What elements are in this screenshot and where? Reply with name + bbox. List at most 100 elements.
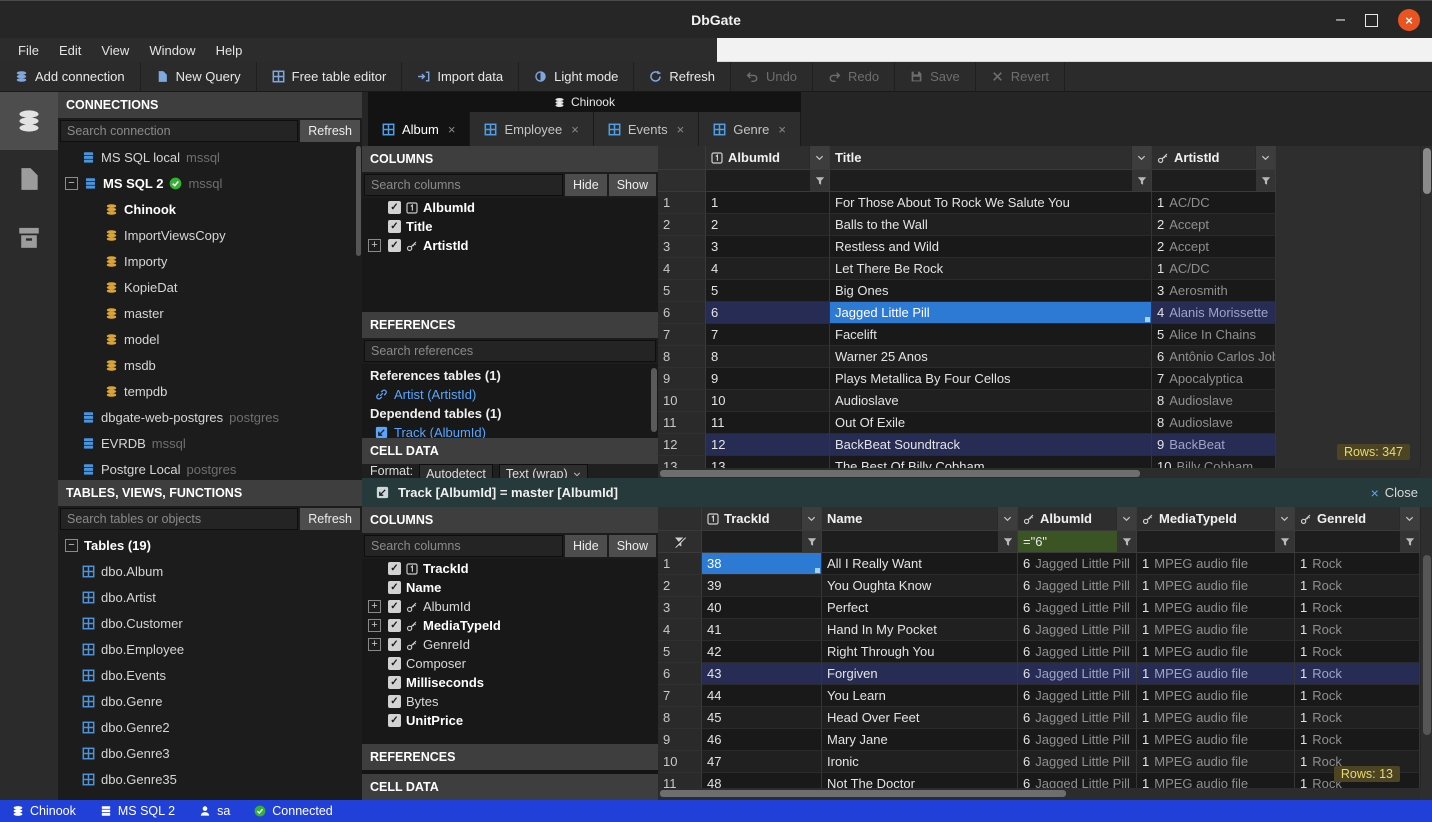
row-number[interactable]: 2 — [658, 214, 706, 236]
cell-mediatypeid[interactable]: 1MPEG audio file — [1137, 751, 1295, 773]
filter-input-artistid[interactable] — [1152, 170, 1276, 191]
cell-trackid[interactable]: 43 — [702, 663, 822, 685]
cell-artistid[interactable]: 1AC/DC — [1152, 258, 1276, 280]
cell-title[interactable]: Out Of Exile — [830, 412, 1152, 434]
connection-item-tempdb[interactable]: tempdb — [58, 378, 362, 404]
cell-name[interactable]: Head Over Feet — [822, 707, 1018, 729]
row-number[interactable]: 5 — [658, 641, 702, 663]
column-header-albumid[interactable]: AlbumId — [1018, 507, 1137, 530]
format-text-wrap-dropdown[interactable]: Text (wrap) — [499, 464, 588, 478]
search-tables-input[interactable] — [60, 508, 298, 530]
cell-title[interactable]: Balls to the Wall — [830, 214, 1152, 236]
cell-name[interactable]: You Learn — [822, 685, 1018, 707]
column-item-trackid[interactable]: TrackId — [362, 559, 658, 578]
row-number[interactable]: 4 — [658, 258, 706, 280]
row-number[interactable]: 13 — [658, 456, 706, 468]
cell-genreid[interactable]: 1Rock — [1295, 729, 1420, 751]
connection-item-ms-sql-local[interactable]: MS SQL localmssql — [58, 144, 362, 170]
vertical-scroll-thumb[interactable] — [1423, 555, 1431, 735]
close-tab-icon[interactable]: × — [571, 122, 579, 137]
connection-item-importy[interactable]: Importy — [58, 248, 362, 274]
expand-icon[interactable]: + — [368, 600, 381, 613]
filter-funnel-icon[interactable] — [1117, 531, 1136, 552]
filter-input-genreid[interactable] — [1295, 531, 1420, 552]
expand-icon[interactable]: + — [368, 638, 381, 651]
cell-artistid[interactable]: 1AC/DC — [1152, 192, 1276, 214]
menu-window[interactable]: Window — [139, 43, 205, 58]
cell-title[interactable]: Restless and Wild — [830, 236, 1152, 258]
cell-name[interactable]: Mary Jane — [822, 729, 1018, 751]
cell-artistid[interactable]: 4Alanis Morissette — [1152, 302, 1276, 324]
search-connection-input[interactable] — [60, 120, 298, 142]
cell-title[interactable]: Warner 25 Anos — [830, 346, 1152, 368]
column-header-albumid[interactable]: AlbumId — [706, 146, 830, 169]
collapse-icon[interactable]: − — [65, 539, 78, 552]
cell-albumid[interactable]: 3 — [706, 236, 830, 258]
row-number[interactable]: 10 — [658, 751, 702, 773]
menu-file[interactable]: File — [8, 43, 49, 58]
cell-artistid[interactable]: 5Alice In Chains — [1152, 324, 1276, 346]
filter-funnel-icon[interactable] — [802, 531, 821, 552]
cell-title[interactable]: Jagged Little Pill — [830, 302, 1152, 324]
cell-trackid[interactable]: 38 — [702, 553, 822, 575]
table-item-dbo-genre2[interactable]: dbo.Genre2 — [58, 714, 362, 740]
row-number[interactable]: 6 — [658, 663, 702, 685]
column-item-albumid[interactable]: AlbumId — [362, 198, 658, 217]
column-header-mediatypeid[interactable]: MediaTypeId — [1137, 507, 1295, 530]
tables-group[interactable]: −Tables (19) — [58, 532, 362, 558]
row-number[interactable]: 7 — [658, 685, 702, 707]
checkbox-checked-icon[interactable] — [388, 220, 401, 233]
table-item-dbo-employee[interactable]: dbo.Employee — [58, 636, 362, 662]
cell-genreid[interactable]: 1Rock — [1295, 707, 1420, 729]
search-columns-input[interactable] — [364, 535, 563, 557]
checkbox-checked-icon[interactable] — [388, 638, 401, 651]
table-item-dbo-genre3[interactable]: dbo.Genre3 — [58, 740, 362, 766]
cell-albumid[interactable]: 6 — [706, 302, 830, 324]
filter-input-title[interactable] — [830, 170, 1152, 191]
cell-genreid[interactable]: 1Rock — [1295, 553, 1420, 575]
cell-albumid[interactable]: 11 — [706, 412, 830, 434]
cell-artistid[interactable]: 6Antônio Carlos Jobim — [1152, 346, 1276, 368]
filter-input-mediatypeid[interactable] — [1137, 531, 1295, 552]
connection-item-model[interactable]: model — [58, 326, 362, 352]
row-number[interactable]: 7 — [658, 324, 706, 346]
cell-mediatypeid[interactable]: 1MPEG audio file — [1137, 707, 1295, 729]
cell-mediatypeid[interactable]: 1MPEG audio file — [1137, 575, 1295, 597]
cell-trackid[interactable]: 42 — [702, 641, 822, 663]
cell-title[interactable]: Big Ones — [830, 280, 1152, 302]
filter-input-albumid[interactable] — [706, 170, 830, 191]
cell-genreid[interactable]: 1Rock — [1295, 597, 1420, 619]
column-header-trackid[interactable]: TrackId — [702, 507, 822, 530]
format-autodetect-dropdown[interactable]: Autodetect — [419, 464, 493, 478]
cell-trackid[interactable]: 47 — [702, 751, 822, 773]
cell-albumid[interactable]: 9 — [706, 368, 830, 390]
table-item-dbo-artist[interactable]: dbo.Artist — [58, 584, 362, 610]
refresh-tables-button[interactable]: Refresh — [300, 508, 360, 530]
close-tab-icon[interactable]: × — [677, 122, 685, 137]
cell-albumid[interactable]: 6Jagged Little Pill — [1018, 751, 1137, 773]
column-header-title[interactable]: Title — [830, 146, 1152, 169]
filter-funnel-icon[interactable] — [810, 170, 829, 191]
cell-trackid[interactable]: 39 — [702, 575, 822, 597]
cell-trackid[interactable]: 45 — [702, 707, 822, 729]
cell-mediatypeid[interactable]: 1MPEG audio file — [1137, 553, 1295, 575]
cell-artistid[interactable]: 3Aerosmith — [1152, 280, 1276, 302]
cell-title[interactable]: BackBeat Soundtrack — [830, 434, 1152, 456]
table-item-dbo-events[interactable]: dbo.Events — [58, 662, 362, 688]
cell-genreid[interactable]: 1Rock — [1295, 641, 1420, 663]
cell-albumid[interactable]: 6Jagged Little Pill — [1018, 685, 1137, 707]
column-item-milliseconds[interactable]: Milliseconds — [362, 673, 658, 692]
row-number[interactable]: 5 — [658, 280, 706, 302]
filter-funnel-icon[interactable] — [1256, 170, 1275, 191]
column-header-artistid[interactable]: ArtistId — [1152, 146, 1276, 169]
column-header-genreid[interactable]: GenreId — [1295, 507, 1420, 530]
close-button-icon[interactable]: × — [1398, 9, 1420, 31]
sidebar-archive-button[interactable] — [0, 208, 58, 266]
vertical-scroll-thumb[interactable] — [1423, 148, 1431, 194]
cell-title[interactable]: The Best Of Billy Cobham — [830, 456, 1152, 468]
checkbox-checked-icon[interactable] — [388, 695, 401, 708]
table-item-dbo-genre[interactable]: dbo.Genre — [58, 688, 362, 714]
connection-item-msdb[interactable]: msdb — [58, 352, 362, 378]
row-number[interactable]: 2 — [658, 575, 702, 597]
cell-albumid[interactable]: 6Jagged Little Pill — [1018, 619, 1137, 641]
